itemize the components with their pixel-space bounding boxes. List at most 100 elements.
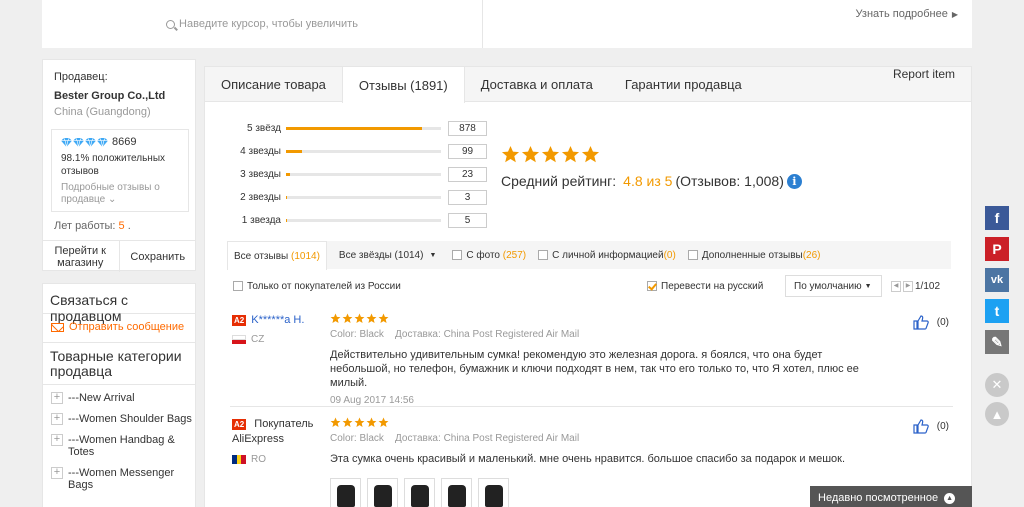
review-meta: Color: Black Доставка: China Post Regist… [330,433,580,444]
histogram-row[interactable]: 3 звезды 23 [230,163,487,186]
checkbox[interactable] [233,281,243,291]
checkbox[interactable] [452,250,463,260]
tab-reviews[interactable]: Отзывы (1891) [341,67,465,103]
filter-with-photo[interactable]: С фото (257) [446,241,532,269]
detail-tabs: Описание товара Отзывы (1891) Доставка и… [205,67,971,103]
average-rating: Средний рейтинг: 4.8 из 5 (Отзывов: 1,00… [501,145,802,189]
reviewer-name[interactable]: K******a H. [251,313,304,328]
positive-percent: 98.1% [61,153,90,164]
sort-select[interactable]: По умолчанию ▼ [785,275,882,297]
product-details-panel: Описание товара Отзывы (1891) Доставка и… [204,66,972,507]
tab-guarantees[interactable]: Гарантии продавца [609,67,758,101]
zoom-hint-text: Наведите курсор, чтобы увеличить [179,18,358,30]
star-icon [330,313,341,324]
reviewer-country: RO [232,454,266,465]
go-to-store-button[interactable]: Перейти к магазину [42,241,120,272]
vk-icon[interactable]: vk [985,268,1009,292]
years-value: 5 [118,220,125,232]
checkbox[interactable] [538,250,549,260]
star-icon [378,417,389,428]
tab-description[interactable]: Описание товара [205,67,342,101]
histogram-row[interactable]: 2 звезды 3 [230,186,487,209]
star-icon [521,145,540,164]
star-icon [354,313,365,324]
info-icon[interactable]: i [786,173,802,189]
filter-additional-reviews[interactable]: Дополненные отзывы (26) [682,241,827,269]
expand-plus-icon[interactable]: + [51,467,63,479]
checkbox[interactable] [687,250,698,260]
histogram-row[interactable]: 1 звезда 5 [230,209,487,232]
chevron-down-icon: ▼ [429,251,437,259]
review-photo-thumbnail[interactable] [478,478,509,507]
star-icon [501,145,520,164]
filter-all-stars[interactable]: Все звёзды (1014) ▼ [333,241,442,269]
diamond-icon [61,138,72,147]
histogram-bar [286,196,441,199]
review-photo-thumbnail[interactable] [367,478,398,507]
histogram-row[interactable]: 5 звёзд 878 [230,117,487,140]
review-options: Только от покупателей из России Перевест… [233,273,951,299]
checkbox-checked[interactable] [647,281,657,291]
edit-icon[interactable]: ✎ [985,330,1009,354]
chevron-down-icon: ▼ [864,282,872,290]
review-text: Действительно удивительным сумка! рекоме… [330,349,859,389]
prev-page-button[interactable]: ◀ [891,280,901,292]
page-indicator: 1/102 [915,280,941,292]
star-icon [330,417,341,428]
histogram-count: 5 [448,213,487,228]
learn-more-link[interactable]: Узнать подробнее [856,8,948,20]
close-icon[interactable]: ✕ [985,373,1009,397]
histogram-label: 4 звезды [240,146,281,157]
average-stars [501,145,802,164]
thumbs-up-icon [913,419,929,434]
category-item[interactable]: + ---New Arrival [51,392,195,404]
seller-card: Продавец: Bester Group Co.,Ltd China (Gu… [42,59,197,272]
translate-option[interactable]: Перевести на русский [647,281,763,292]
save-store-button[interactable]: Сохранить [120,241,197,272]
pagination: ◀ ▶ 1/102 [891,280,941,292]
expand-plus-icon[interactable]: + [51,434,63,446]
filter-with-personal-info[interactable]: С личной информацией (0) [532,241,682,269]
russia-only-option[interactable]: Только от покупателей из России [233,281,401,292]
detailed-feedback-link[interactable]: Подробные отзывы о продавце ⌄ [61,182,179,206]
report-item-link[interactable]: Report item [877,67,971,81]
review-photo-thumbnail[interactable] [330,478,361,507]
next-page-button[interactable]: ▶ [903,280,913,292]
histogram-label: 1 звезда [241,215,281,226]
helpful-button[interactable]: (0) [913,419,949,434]
rating-histogram: 5 звёзд 878 4 звезды 99 3 звезды 23 2 зв… [230,117,487,232]
review-meta: Color: Black Доставка: China Post Regist… [330,329,580,340]
twitter-icon[interactable]: t [985,299,1009,323]
chevron-down-icon: ⌄ [108,194,117,205]
expand-plus-icon[interactable]: + [51,392,63,404]
histogram-row[interactable]: 4 звезды 99 [230,140,487,163]
facebook-icon[interactable]: f [985,206,1009,230]
histogram-count: 23 [448,167,487,182]
category-item[interactable]: + ---Women Messenger Bags [51,467,195,491]
review-date: 09 Aug 2017 14:56 [330,395,414,406]
review-photo-thumbnail[interactable] [404,478,435,507]
histogram-bar [286,150,441,153]
thumbs-up-icon [913,315,929,330]
helpful-button[interactable]: (0) [913,315,949,330]
buyer-level-badge: A2 [232,419,247,430]
star-icon [366,313,377,324]
review-total: (Отзывов: 1,008) [675,173,784,189]
histogram-count: 99 [448,144,487,159]
seller-name[interactable]: Bester Group Co.,Ltd [54,90,165,102]
tab-shipping[interactable]: Доставка и оплата [465,67,609,101]
pinterest-icon[interactable]: P [985,237,1009,261]
category-item[interactable]: + ---Women Handbag & Totes [51,434,195,458]
star-icon [541,145,560,164]
histogram-bar [286,127,441,130]
recently-viewed-bar[interactable]: Недавно посмотренное ▲ [810,486,972,507]
category-item[interactable]: + ---Women Shoulder Bags [51,413,195,425]
diamond-icon [73,138,84,147]
expand-plus-icon[interactable]: + [51,413,63,425]
scroll-top-icon[interactable]: ▲ [985,402,1009,426]
diamond-icon [97,138,108,147]
review-stars [330,313,870,324]
reviewer: A2 Покупатель AliExpress [232,417,324,447]
filter-all-reviews[interactable]: Все отзывы (1014) [227,241,327,270]
review-photo-thumbnail[interactable] [441,478,472,507]
